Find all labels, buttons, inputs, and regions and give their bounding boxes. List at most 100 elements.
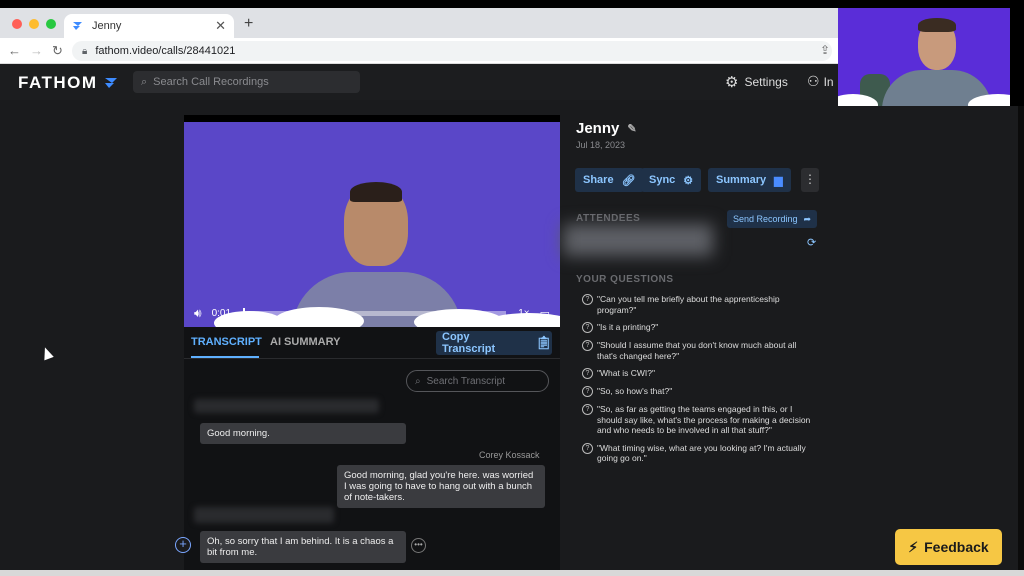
tab-ai-summary[interactable]: AI SUMMARY [270, 336, 340, 348]
blurred-speaker-name [194, 399, 379, 413]
transcript-message[interactable]: Good morning, glad you're here. was worr… [337, 465, 545, 508]
question-icon: ? [582, 340, 593, 351]
back-icon[interactable]: ← [8, 43, 21, 58]
close-window-button[interactable] [12, 19, 22, 29]
new-tab-button[interactable]: + [244, 15, 253, 33]
question-item[interactable]: ? "So, so how's that?" [582, 386, 818, 397]
forward-icon[interactable]: → [30, 43, 43, 58]
current-time: 0:01 [211, 307, 232, 319]
hubspot-icon: ⚙ [683, 174, 694, 187]
question-text: "So, as far as getting the teams engaged… [597, 404, 811, 435]
picture-in-picture-icon[interactable]: ▭ [540, 307, 550, 320]
top-border [0, 0, 1024, 8]
link-icon: 🔗︎ [621, 174, 636, 187]
refresh-icon[interactable]: ⟳ [807, 236, 816, 249]
lock-icon: 🔒︎ [82, 45, 88, 57]
google-doc-icon: ▆ [774, 174, 783, 187]
more-options-icon[interactable]: ⋮ [801, 168, 819, 192]
search-recordings-input[interactable]: ⌕ Search Call Recordings [133, 71, 360, 93]
question-item[interactable]: ? "What timing wise, what are you looking… [582, 442, 818, 464]
questions-heading: YOUR QUESTIONS [576, 274, 674, 285]
active-tab-indicator [191, 356, 259, 358]
blurred-speaker-name [194, 507, 334, 523]
message-options-icon[interactable]: ••• [411, 538, 426, 553]
copy-transcript-button[interactable]: Copy Transcript 📋︎ [436, 331, 552, 355]
bottom-edge [0, 570, 1024, 576]
question-item[interactable]: ? "So, as far as getting the teams engage… [582, 404, 818, 436]
feedback-label: Feedback [924, 539, 989, 555]
question-item[interactable]: ? "What is CWI?" [582, 368, 818, 379]
question-item[interactable]: ? "Should I assume that you don't know mu… [582, 340, 818, 361]
question-text: "Can you tell me briefly about the appre… [597, 294, 780, 315]
question-item[interactable]: ? "Can you tell me briefly about the appr… [582, 294, 818, 315]
edit-icon[interactable]: ✎ [627, 122, 636, 135]
minimize-window-button[interactable] [29, 19, 39, 29]
sync-label: Sync [649, 174, 676, 186]
fathom-logo-icon [104, 78, 117, 88]
player-controls: 🔊︎ 0:01 1× ▭ [184, 305, 560, 321]
transcript-message[interactable]: Oh, so sorry that I am behind. It is a c… [200, 531, 406, 563]
send-recording-button[interactable]: Send Recording ➦ [727, 210, 818, 228]
summary-label: Summary [716, 174, 767, 186]
video-player[interactable]: 🔊︎ 0:01 1× ▭ [184, 115, 560, 327]
volume-icon[interactable]: 🔊︎ [194, 306, 202, 321]
sync-button[interactable]: Sync ⚙ [641, 168, 702, 192]
invite-label: In [823, 74, 834, 89]
playback-speed[interactable]: 1× [518, 308, 529, 319]
transcript-message[interactable]: Good morning. [200, 423, 406, 444]
call-name: Jenny [576, 120, 620, 137]
fathom-favicon-icon [73, 22, 82, 30]
question-icon: ? [582, 404, 593, 415]
question-icon: ? [582, 294, 593, 305]
add-clip-icon[interactable]: + [175, 537, 191, 553]
right-edge [1018, 100, 1024, 570]
clipboard-icon: 📋︎ [535, 335, 552, 350]
settings-label: Settings [744, 75, 788, 89]
settings-button[interactable]: ⚙ Settings [725, 73, 788, 91]
seek-handle[interactable] [243, 307, 246, 319]
question-icon: ? [582, 442, 593, 454]
url-text: fathom.video/calls/28441021 [95, 45, 236, 57]
forward-arrow-icon: ➦ [803, 213, 812, 224]
transcript-panel: TRANSCRIPT AI SUMMARY Copy Transcript 📋︎… [175, 327, 560, 570]
question-text: "What timing wise, what are you looking … [597, 442, 806, 464]
search-transcript-input[interactable]: ⌕ Search Transcript [406, 370, 549, 392]
speaker-name: Corey Kossack [479, 450, 540, 460]
question-text: "Is it a printing?" [597, 322, 659, 332]
search-icon: ⌕ [415, 375, 421, 387]
video-frame[interactable]: 🔊︎ 0:01 1× ▭ [184, 122, 560, 327]
share-button[interactable]: Share 🔗︎ [575, 168, 644, 192]
webcam-overlay [838, 8, 1010, 106]
maximize-window-button[interactable] [46, 19, 56, 29]
tab-transcript[interactable]: TRANSCRIPT [191, 336, 262, 348]
invite-button[interactable]: ⚇ In [807, 73, 834, 90]
search-transcript-placeholder: Search Transcript [426, 375, 505, 387]
attendees-heading: ATTENDEES [576, 213, 641, 224]
reload-icon[interactable]: ↻ [52, 43, 63, 59]
question-icon: ? [582, 386, 593, 397]
share-page-icon[interactable]: ⇪ [820, 43, 830, 57]
close-tab-icon[interactable]: ✕ [215, 18, 226, 34]
gear-icon: ⚙ [725, 74, 739, 91]
seek-bar[interactable] [243, 307, 507, 319]
app-header: FATHOM ⌕ Search Call Recordings ⚙ Settin… [0, 64, 838, 100]
logo-text: FATHOM [18, 73, 98, 92]
send-recording-label: Send Recording [733, 214, 798, 224]
question-item[interactable]: ? "Is it a printing?" [582, 322, 818, 333]
browser-tab[interactable]: Jenny ✕ [64, 14, 234, 38]
add-user-icon: ⚇ [807, 73, 820, 89]
browser-toolbar: ← → ↻ 🔒︎ fathom.video/calls/28441021 ⇪ [0, 38, 838, 64]
summary-button[interactable]: Summary ▆ [708, 168, 791, 192]
questions-list: ? "Can you tell me briefly about the appr… [582, 294, 818, 471]
question-text: "So, so how's that?" [597, 386, 673, 396]
screen: Jenny ✕ + ← → ↻ 🔒︎ fathom.video/calls/28… [0, 0, 1024, 576]
feedback-button[interactable]: ⚡︎ Feedback [895, 529, 1002, 565]
question-icon: ? [582, 322, 593, 333]
address-bar[interactable]: 🔒︎ fathom.video/calls/28441021 [72, 41, 832, 61]
call-date: Jul 18, 2023 [576, 140, 626, 150]
transcript-tabs: TRANSCRIPT AI SUMMARY Copy Transcript 📋︎ [184, 327, 560, 359]
fathom-logo[interactable]: FATHOM [18, 73, 118, 93]
share-label: Share [583, 174, 614, 186]
browser-tab-title: Jenny [92, 20, 122, 32]
call-title: Jenny ✎ [576, 120, 637, 137]
